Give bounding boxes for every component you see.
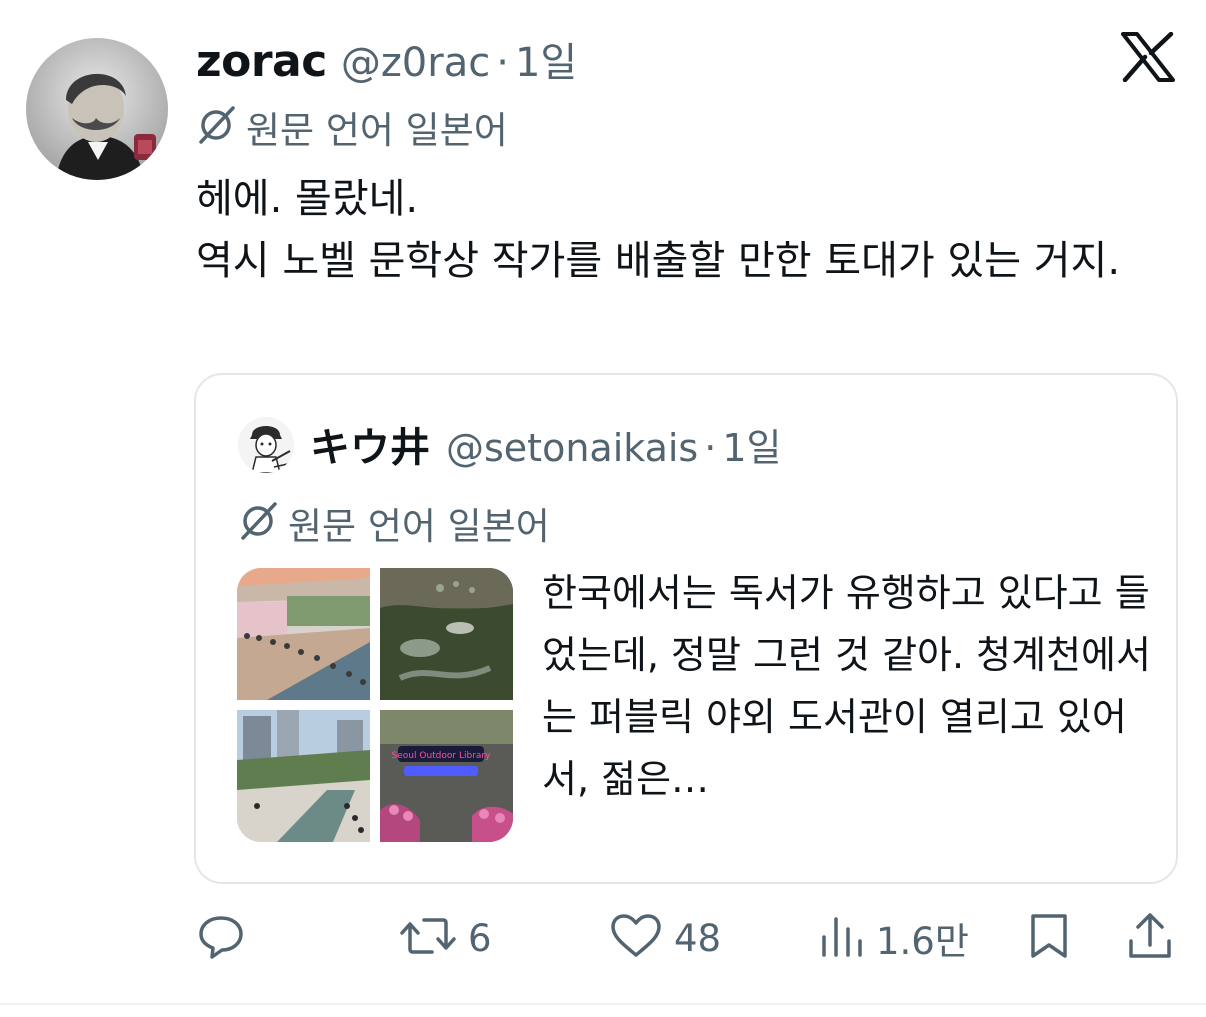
x-logo-icon [1121,31,1175,83]
tweet-text-content: 헤에. 몰랐네. 역시 노벨 문학상 작가를 배출할 만한 토대가 있는 거지. [196,176,1121,284]
quoted-text-content: 한국에서는 독서가 유행하고 있다고 들었는데, 정말 그런 것 같아. 청계천… [542,571,1151,801]
share-icon [1126,911,1174,965]
bookmark-icon [1026,911,1072,965]
quoted-text: 한국에서는 독서가 유행하고 있다고 들었는데, 정말 그런 것 같아. 청계천… [542,562,1152,810]
globe-slash-icon [196,105,236,149]
views-count: 1.6만 [876,920,969,963]
like-button[interactable]: 48 [608,900,721,976]
quoted-timestamp[interactable]: 1일 [722,417,781,472]
quoted-tweet[interactable]: キウ井 @setonaikais · 1일 원문 언어 일본어 Seoul Ou… [194,373,1178,884]
tweet-text: 헤에. 몰랐네. 역시 노벨 문학상 작가를 배출할 만한 토대가 있는 거지. [196,168,1176,292]
globe-slash-icon [238,501,278,545]
like-count: 48 [674,916,722,960]
bottom-divider [0,1003,1206,1005]
quoted-translation-label: 원문 언어 일본어 [288,505,550,548]
quoted-translation-note[interactable]: 원문 언어 일본어 [238,499,550,548]
media-photo-4[interactable]: Seoul Outdoor Library [380,710,513,842]
user-handle[interactable]: @z0rac [341,40,490,86]
quoted-display-name[interactable]: キウ井 [310,415,430,473]
media-photo-2[interactable] [380,568,513,700]
views-button[interactable]: 1.6만 [818,900,969,976]
timestamp[interactable]: 1일 [515,30,577,88]
heart-icon [608,911,664,965]
quoted-handle[interactable]: @setonaikais [446,426,698,470]
quoted-avatar[interactable] [238,417,294,473]
action-bar: 6 48 1.6만 [0,900,1206,976]
retweet-button[interactable]: 6 [398,900,492,976]
display-name[interactable]: zorac [196,36,327,87]
retweet-count: 6 [468,916,492,960]
quoted-header: キウ井 @setonaikais · 1일 [310,415,781,475]
bookmark-button[interactable] [1026,900,1072,976]
translation-label: 원문 언어 일본어 [246,109,508,152]
retweet-icon [398,911,458,965]
avatar[interactable] [26,38,168,180]
media-photo-3[interactable] [237,710,370,842]
share-button[interactable] [1126,900,1174,976]
tweet: zorac @z0rac · 1일 원문 언어 일본어 헤에. 몰랐네. 역시 … [0,0,1206,1017]
quoted-separator-dot: · [704,426,717,470]
separator-dot: · [496,40,509,86]
reply-button[interactable] [196,900,256,976]
media-grid[interactable]: Seoul Outdoor Library [237,568,513,842]
reply-icon [196,911,246,965]
neon-sign-text: Seoul Outdoor Library [392,751,492,761]
views-icon [818,911,866,965]
tweet-header: zorac @z0rac · 1일 [196,30,577,94]
media-photo-1[interactable] [237,568,370,700]
translation-note[interactable]: 원문 언어 일본어 [196,104,508,152]
